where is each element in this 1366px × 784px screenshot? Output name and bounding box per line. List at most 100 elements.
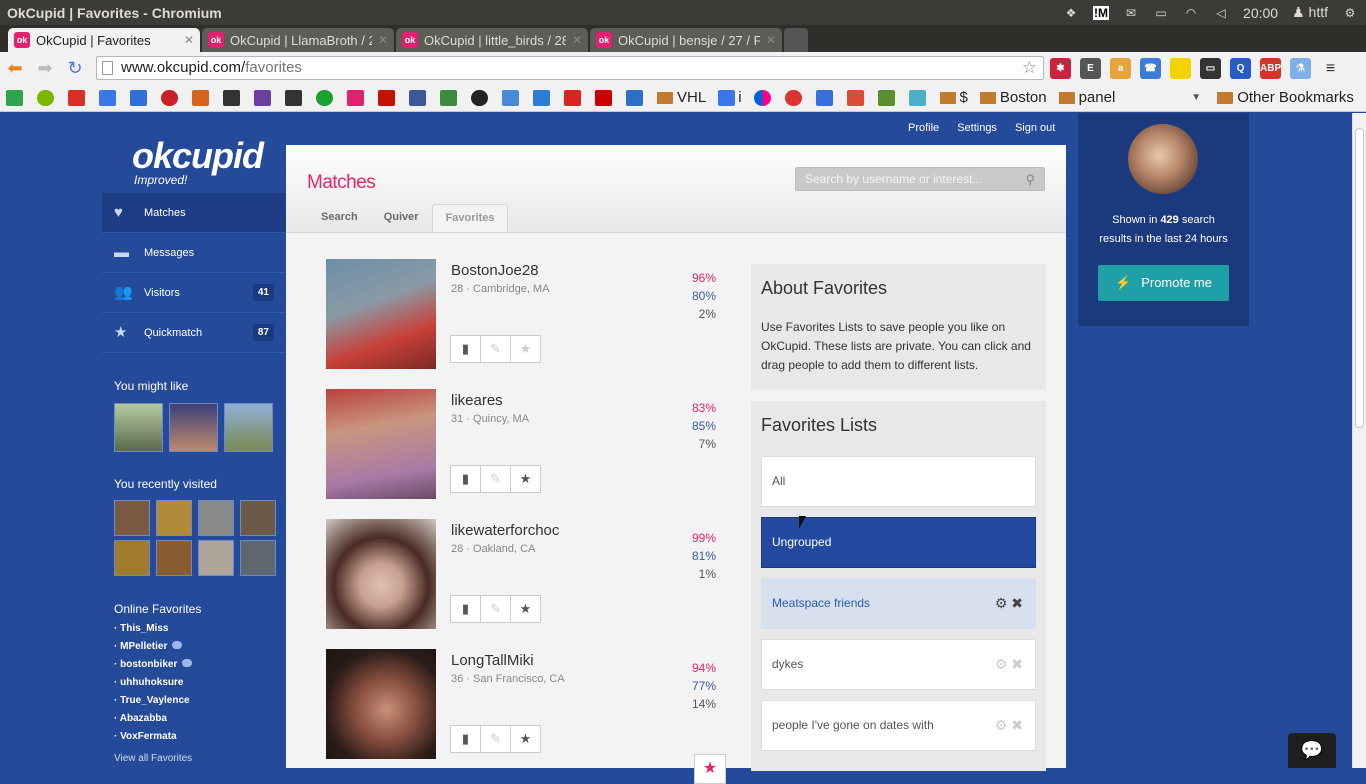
bookmark-star-icon[interactable]: ☆ [1022, 57, 1037, 79]
gi-icon[interactable] [718, 89, 736, 106]
list-dykes[interactable]: dykes ⚙ ✖ [761, 639, 1036, 690]
online-favorite[interactable]: · MPelletier [114, 638, 192, 656]
visited-user-photo[interactable] [114, 500, 150, 536]
bookmark-folder-boston[interactable]: Boston [979, 89, 1047, 106]
tab-bensje[interactable]: ok OkCupid | bensje / 27 / F / ✕ [590, 28, 782, 52]
visited-user-photo[interactable] [240, 500, 276, 536]
username[interactable]: LongTallMiki [451, 652, 534, 669]
sign-out-link[interactable]: Sign out [1015, 122, 1055, 134]
gear-icon[interactable]: ⚙ [995, 595, 1008, 611]
tab-favorites[interactable]: Favorites [431, 204, 509, 232]
close-icon[interactable]: ✕ [766, 33, 776, 47]
close-icon[interactable]: ✖ [1011, 717, 1023, 733]
new-tab-button[interactable] [784, 28, 808, 52]
suggested-user-photo[interactable] [114, 403, 163, 452]
username[interactable]: likewaterforchoc [451, 522, 559, 539]
adblock-icon[interactable]: ABP [1260, 58, 1281, 79]
promote-me-button[interactable]: ⚡ Promote me [1098, 265, 1229, 301]
bookmark-folder-dollar[interactable]: $ [939, 89, 968, 106]
close-icon[interactable]: ✖ [1011, 595, 1023, 611]
battery-icon[interactable]: ▭ [1153, 6, 1169, 20]
pencil-icon[interactable]: ✎ [480, 725, 511, 753]
avatar[interactable] [1128, 124, 1198, 194]
bookmark-folder-panel[interactable]: panel [1058, 89, 1115, 106]
yelp-icon[interactable] [378, 89, 395, 106]
chat-bubble-icon[interactable] [172, 641, 183, 649]
chat-icon[interactable] [130, 89, 147, 106]
visited-user-photo[interactable] [198, 500, 234, 536]
visited-user-photo[interactable] [156, 540, 192, 576]
lab-icon[interactable]: ⚗ [1290, 58, 1311, 79]
clock[interactable]: 20:00 [1243, 5, 1278, 21]
online-favorite[interactable]: · This_Miss [114, 620, 192, 638]
user-photo[interactable] [326, 389, 436, 499]
tab-search[interactable]: Search [308, 204, 371, 232]
reload-icon[interactable]: ↻ [60, 58, 90, 79]
star-icon[interactable]: ★ [510, 725, 541, 753]
bookmark-icon[interactable]: ▮ [450, 335, 481, 363]
username[interactable]: BostonJoe28 [451, 262, 539, 279]
online-favorite[interactable]: · VoxFermata [114, 728, 192, 746]
green-app-icon[interactable] [440, 89, 457, 106]
nav-messages[interactable]: ▬ Messages [102, 233, 286, 273]
online-favorite[interactable]: · uhhuhoksure [114, 674, 192, 692]
notes-icon[interactable] [1170, 58, 1191, 79]
phone-icon[interactable]: ☎ [1140, 58, 1161, 79]
gmail-icon[interactable] [68, 89, 85, 106]
volume-muted-icon[interactable]: ◁ [1213, 6, 1229, 20]
nav-matches[interactable]: ♥ Matches [102, 193, 286, 233]
user-menu[interactable]: ♟ httf [1292, 4, 1328, 21]
search-icon[interactable]: ⚲ [1025, 169, 1035, 191]
visited-user-photo[interactable] [156, 500, 192, 536]
shop-icon[interactable] [223, 89, 240, 106]
okcupid-bookmark-icon[interactable] [347, 89, 364, 106]
close-icon[interactable]: ✕ [572, 33, 582, 47]
star-icon[interactable]: ★ [510, 465, 541, 493]
evernote-icon[interactable]: E [1080, 58, 1101, 79]
pencil-icon[interactable]: ✎ [480, 595, 511, 623]
etsy-icon[interactable] [192, 89, 209, 106]
back-arrow-icon[interactable]: ⬅ [0, 58, 30, 79]
visited-user-photo[interactable] [240, 540, 276, 576]
extension-red-icon[interactable]: ✱ [1050, 58, 1071, 79]
gear-icon[interactable]: ⚙ [995, 717, 1008, 733]
github-icon[interactable] [471, 89, 488, 106]
bookmark-icon[interactable]: ▮ [450, 725, 481, 753]
scrollbar[interactable] [1352, 113, 1366, 768]
bu-icon[interactable] [595, 89, 612, 106]
list-meatspace-friends[interactable]: Meatspace friends ⚙ ✖ [761, 578, 1036, 629]
pencil-icon[interactable]: ✎ [480, 335, 511, 363]
bookmark-icon[interactable]: ▮ [450, 465, 481, 493]
menu-icon[interactable]: ≡ [1320, 58, 1341, 79]
gear-icon[interactable]: ⚙ [1342, 6, 1358, 20]
star-icon[interactable]: ★ [510, 335, 541, 363]
list-all[interactable]: All [761, 456, 1036, 507]
forward-arrow-icon[interactable]: ➡ [30, 58, 60, 79]
green-dot-icon[interactable] [316, 89, 333, 106]
online-favorite[interactable]: · Abazabba [114, 710, 192, 728]
close-icon[interactable]: ✕ [378, 33, 388, 47]
x-icon[interactable] [877, 89, 895, 106]
list-dates[interactable]: people I've gone on dates with ⚙ ✖ [761, 700, 1036, 751]
profile-link[interactable]: Profile [908, 122, 939, 134]
docs-icon[interactable] [502, 89, 519, 106]
visited-user-photo[interactable] [114, 540, 150, 576]
picasa-icon[interactable] [784, 89, 802, 106]
bookmark-icon[interactable]: ▮ [450, 595, 481, 623]
chat-button[interactable]: 💬 [1288, 733, 1336, 768]
online-favorite[interactable]: · bostonbiker [114, 656, 193, 674]
pencil-icon[interactable]: ✎ [480, 465, 511, 493]
user-photo[interactable] [326, 259, 436, 369]
close-icon[interactable]: ✕ [184, 33, 194, 47]
search-input[interactable]: Search by username or interest... ⚲ [795, 167, 1045, 191]
play-store-icon[interactable] [6, 89, 23, 106]
favorite-star-button[interactable]: ★ [694, 754, 726, 784]
chat-bubble-icon[interactable] [182, 659, 193, 667]
display-icon[interactable]: ▭ [1200, 58, 1221, 79]
tumblr-icon[interactable] [254, 89, 271, 106]
tab-llamabroth[interactable]: ok OkCupid | LlamaBroth / 29 ✕ [202, 28, 394, 52]
address-bar[interactable]: www.okcupid.com/favorites ☆ [96, 56, 1044, 80]
settings-link[interactable]: Settings [957, 122, 997, 134]
visited-user-photo[interactable] [198, 540, 234, 576]
facebook-icon[interactable] [409, 89, 426, 106]
